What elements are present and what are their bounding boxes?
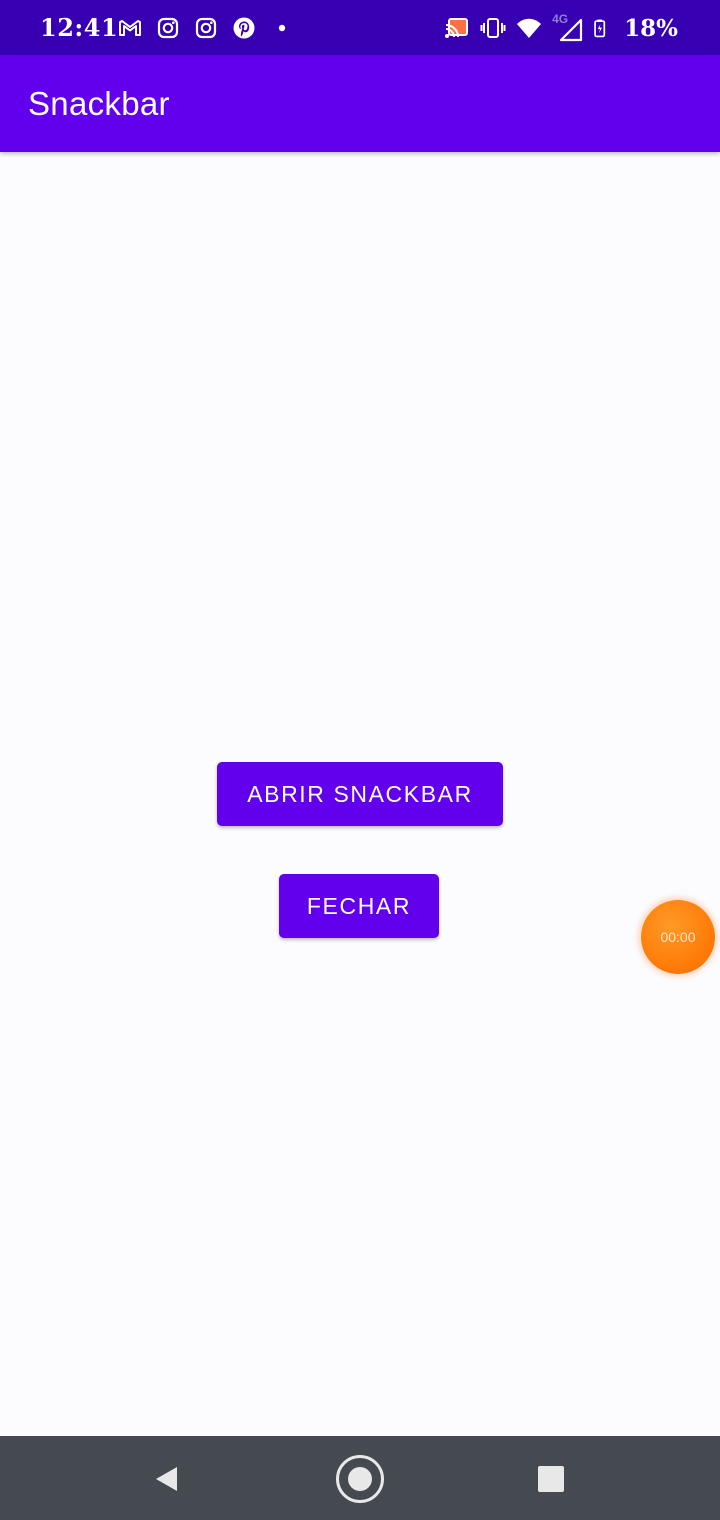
home-icon: [336, 1455, 384, 1503]
recents-icon: [538, 1466, 564, 1492]
gmail-icon: [119, 20, 141, 36]
battery-percent: 18%: [624, 14, 678, 42]
recents-button[interactable]: [526, 1454, 576, 1504]
instagram-icon: [195, 17, 217, 39]
screen: 12:41 4G 18% Snackbar ABRIR SNACKBAR FEC…: [0, 0, 720, 1520]
status-bar: 12:41 4G 18%: [0, 0, 720, 55]
close-snackbar-button[interactable]: FECHAR: [279, 874, 439, 938]
dot-icon: [278, 24, 286, 32]
pinterest-icon: [233, 17, 255, 39]
navigation-bar: [0, 1436, 720, 1520]
open-snackbar-button[interactable]: ABRIR SNACKBAR: [217, 762, 503, 826]
wifi-icon: [517, 18, 542, 38]
system-status-icons: 4G 18%: [444, 12, 678, 44]
home-button[interactable]: [335, 1454, 385, 1504]
notification-icons: [118, 14, 294, 42]
floating-timer-bubble[interactable]: 00:00: [641, 900, 715, 974]
back-button[interactable]: [142, 1454, 192, 1504]
app-bar: Snackbar: [0, 55, 720, 152]
back-icon: [156, 1467, 177, 1491]
app-title: Snackbar: [28, 85, 170, 122]
battery-charging-icon: [594, 19, 606, 38]
instagram-icon: [157, 17, 179, 39]
signal-icon: [560, 18, 583, 42]
status-time: 12:41: [40, 13, 119, 42]
vibrate-icon: [480, 18, 506, 38]
timer-text: 00:00: [660, 929, 696, 945]
cast-icon: [445, 18, 469, 38]
network-indicator: 4G: [552, 12, 583, 42]
